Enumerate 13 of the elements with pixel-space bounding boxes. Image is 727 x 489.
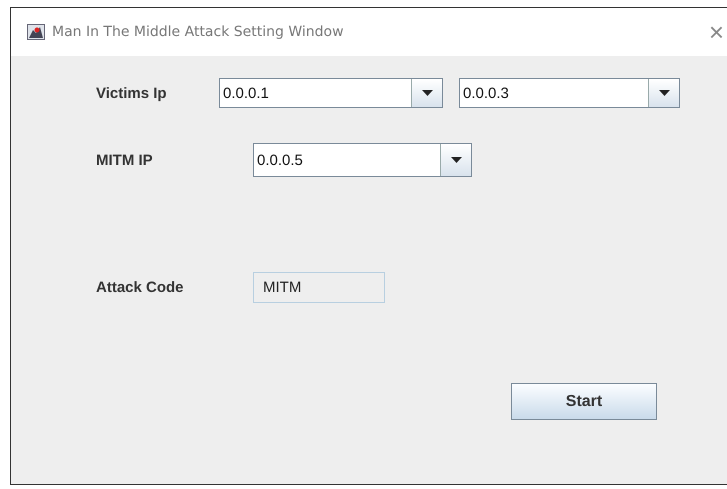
ip-dropdown[interactable]: 0.0.0.1 — [219, 78, 443, 108]
close-button[interactable]: × — [704, 19, 727, 45]
app-icon — [27, 24, 45, 40]
attack-code-label: Attack Code — [96, 279, 185, 296]
window-title: Man In The Middle Attack Setting Window — [52, 24, 344, 40]
victims-ip-label: Victims Ip — [96, 84, 168, 102]
ip-dropdown[interactable]: 0.0.0.5 — [253, 143, 472, 177]
dropdown-arrow-icon — [450, 157, 462, 163]
start-button[interactable]: Start — [511, 383, 657, 420]
ip-dropdown[interactable]: 0.0.0.3 — [459, 78, 680, 108]
mitm-ip-label: MITM IP — [96, 152, 154, 168]
dropdown-arrow-icon — [422, 90, 432, 96]
dropdown-arrow-icon — [658, 90, 670, 96]
